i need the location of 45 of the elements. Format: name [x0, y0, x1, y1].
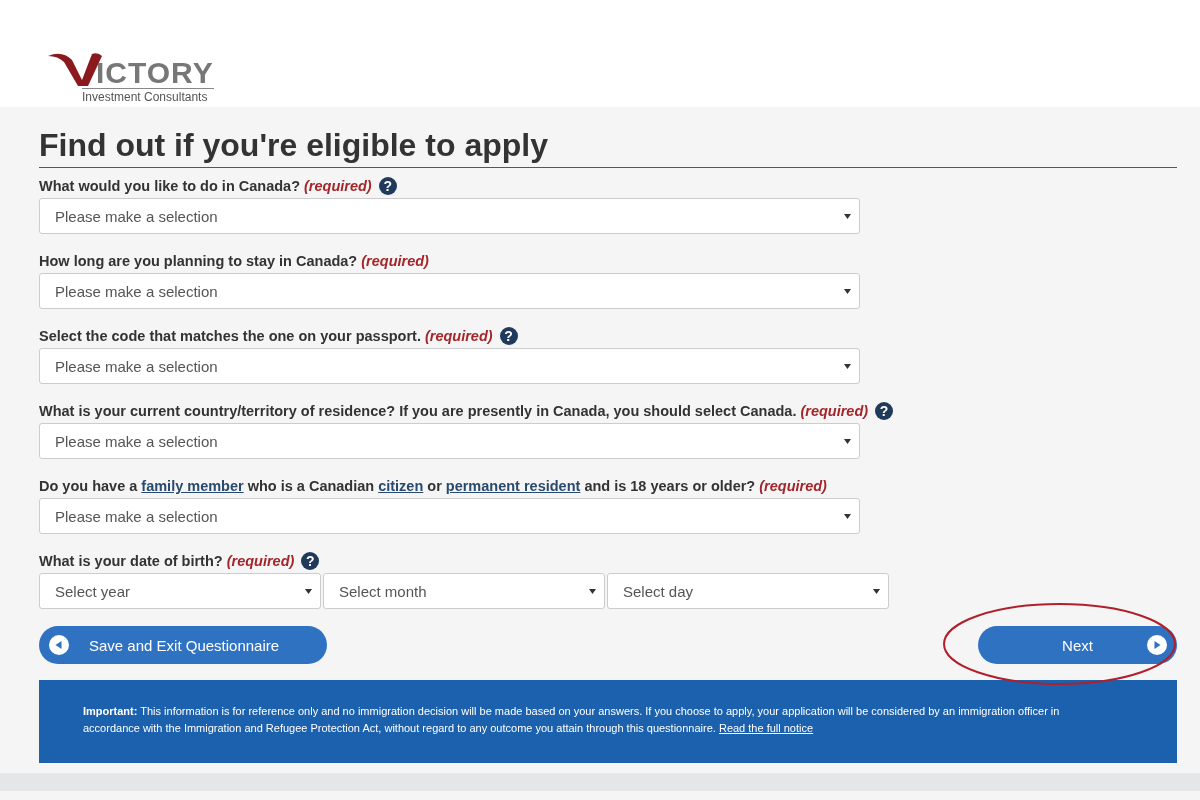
label-link[interactable]: permanent resident — [445, 478, 581, 494]
required-note: (required) — [800, 403, 869, 419]
logo-wordmark: ICTORY — [96, 58, 214, 88]
select-field[interactable]: Select month — [323, 573, 605, 609]
full-notice-link[interactable]: Read the full notice — [718, 722, 814, 734]
question-label: How long are you planning to stay in Canada? — [39, 253, 358, 269]
next-button[interactable]: Next — [978, 626, 1177, 664]
caret-icon — [844, 213, 851, 219]
required-note: (required) — [424, 328, 493, 344]
page-title: Find out if you're eligible to apply — [39, 127, 1177, 168]
help-icon[interactable]: ? — [499, 327, 518, 345]
question-label: What is your date of birth? — [39, 553, 223, 569]
question-label: Do you have a — [39, 478, 138, 494]
caret-icon — [844, 513, 851, 519]
select-field[interactable]: Please make a selection — [39, 348, 860, 384]
caret-icon — [844, 288, 851, 294]
question-label: What is your current country/territory of residence? If you are presently in Canada, you should select Canada. — [39, 403, 797, 419]
select-field[interactable]: Select day — [607, 573, 889, 609]
save-exit-button[interactable]: Save and Exit Questionnaire — [39, 626, 327, 664]
question-label: and is 18 years or older? — [584, 478, 756, 494]
select-field[interactable]: Select year — [39, 573, 321, 609]
question-label: Select the code that matches the one on your passport. — [39, 328, 421, 344]
required-note: (required) — [304, 178, 372, 194]
question-label: or — [427, 478, 442, 494]
notice-text: Important: This information is for reference only and no immigration decision will be made based on your answers. If you choose to apply, your application will be considered by an immigration officer in accordance with the Immigration and Refugee Protection Act, without regard to any outcome you attain through this questionnaire. Read the full notice — [83, 704, 1061, 736]
label-link[interactable]: citizen — [378, 478, 424, 494]
select-field[interactable]: Please make a selection — [39, 423, 860, 459]
logo-tagline: Investment Consultants — [82, 88, 214, 104]
required-note: (required) — [759, 478, 827, 494]
select-field[interactable]: Please make a selection — [39, 498, 860, 534]
question-label: who is a Canadian — [247, 478, 375, 494]
help-icon[interactable]: ? — [378, 177, 397, 195]
required-note: (required) — [361, 253, 429, 269]
caret-icon — [844, 363, 851, 369]
select-field[interactable]: Please make a selection — [39, 198, 860, 234]
help-icon[interactable]: ? — [301, 552, 320, 570]
question-label: What would you like to do in Canada? — [39, 178, 300, 194]
caret-icon — [589, 588, 596, 594]
help-icon[interactable]: ? — [875, 402, 894, 420]
caret-icon — [873, 588, 880, 594]
required-note: (required) — [226, 553, 295, 569]
caret-icon — [305, 588, 312, 594]
select-field[interactable]: Please make a selection — [39, 273, 860, 309]
label-link[interactable]: family member — [141, 478, 244, 494]
caret-icon — [844, 438, 851, 444]
